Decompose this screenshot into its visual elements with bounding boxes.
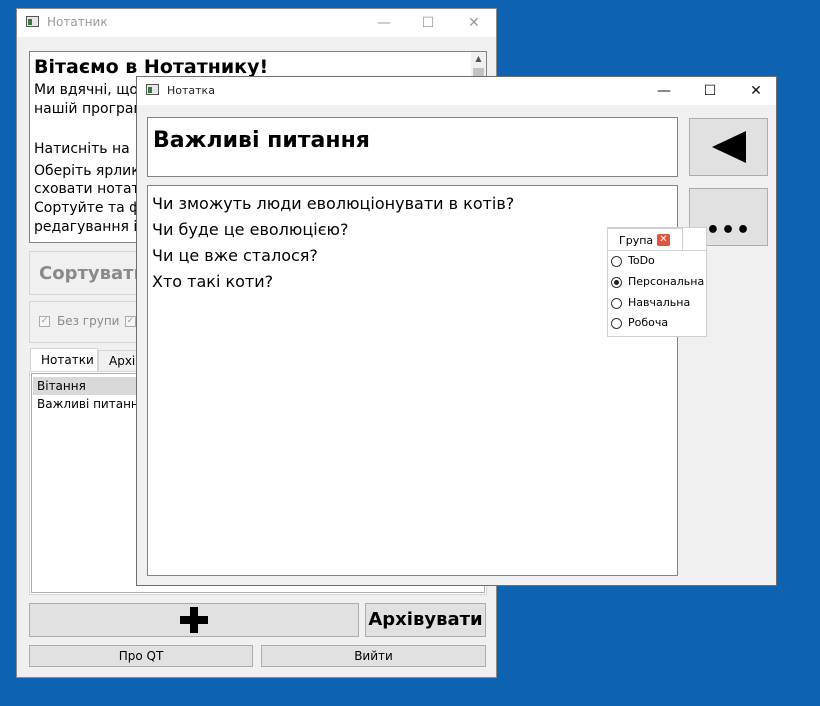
sort-label: Сортувати bbox=[39, 263, 147, 284]
welcome-line: Ми вдячні, що bbox=[34, 82, 138, 98]
note-window-titlebar[interactable]: Нотатка — ☐ ✕ bbox=[137, 77, 776, 105]
group-popup: Група ✕ ToDo Персональна Навчальна Робоч… bbox=[607, 227, 707, 337]
note-line: Чи зможуть люди еволюціонувати в котів? bbox=[152, 194, 515, 213]
welcome-line: сховати нотат bbox=[34, 181, 140, 197]
archive-button[interactable]: Архівувати bbox=[365, 603, 486, 637]
minimize-icon[interactable]: — bbox=[361, 9, 407, 37]
filter-label: Без групи bbox=[57, 314, 120, 328]
about-qt-button[interactable]: Про QT bbox=[29, 645, 253, 667]
list-item-label: Важливі питання bbox=[37, 397, 146, 411]
app-icon bbox=[146, 84, 159, 95]
app-icon bbox=[26, 16, 39, 27]
close-icon[interactable]: ✕ bbox=[733, 77, 779, 105]
filter-checkbox[interactable]: ✓ bbox=[125, 316, 136, 327]
list-item-label: Вітання bbox=[37, 379, 86, 393]
close-icon[interactable]: ✕ bbox=[657, 234, 670, 246]
group-option-label: ToDo bbox=[628, 254, 655, 267]
group-radio-personal[interactable] bbox=[611, 277, 622, 288]
group-options-frame: ToDo Персональна Навчальна Робоча bbox=[608, 250, 706, 337]
minimize-icon[interactable]: — bbox=[641, 77, 687, 105]
filter-checkbox[interactable]: ✓ bbox=[39, 316, 50, 327]
list-item[interactable]: Вітання bbox=[33, 377, 153, 395]
back-button[interactable] bbox=[689, 118, 768, 176]
note-line: Чи буде це еволюцією? bbox=[152, 220, 349, 239]
back-triangle-icon bbox=[711, 131, 746, 163]
main-window-titlebar[interactable]: Нотатник — ☐ ✕ bbox=[17, 9, 496, 37]
group-popup-header: Група ✕ bbox=[607, 228, 683, 250]
welcome-heading: Вітаємо в Нотатнику! bbox=[34, 56, 269, 78]
close-icon[interactable]: ✕ bbox=[451, 9, 497, 37]
note-window: Нотатка — ☐ ✕ Важливі питання Чи зможуть… bbox=[136, 76, 777, 586]
plus-icon bbox=[180, 607, 208, 633]
group-option-label: Робоча bbox=[628, 316, 669, 329]
group-radio-study[interactable] bbox=[611, 298, 622, 309]
tab-notes[interactable]: Нотатки bbox=[30, 348, 98, 372]
note-line: Чи це вже сталося? bbox=[152, 246, 318, 265]
group-radio-work[interactable] bbox=[611, 318, 622, 329]
group-option-label: Навчальна bbox=[628, 296, 691, 309]
welcome-line: Натисніть на bbox=[34, 141, 130, 157]
window-title: Нотатка bbox=[167, 84, 215, 97]
group-radio-todo[interactable] bbox=[611, 256, 622, 267]
add-note-button[interactable] bbox=[29, 603, 359, 637]
welcome-line: редагування і bbox=[34, 219, 138, 235]
note-body-field[interactable]: Чи зможуть люди еволюціонувати в котів? … bbox=[147, 185, 678, 576]
note-line: Хто такі коти? bbox=[152, 272, 274, 291]
tab-notes-label: Нотатки bbox=[41, 353, 94, 367]
maximize-icon[interactable]: ☐ bbox=[687, 77, 733, 105]
note-title-text: Важливі питання bbox=[153, 128, 370, 153]
note-title-field[interactable]: Важливі питання bbox=[147, 117, 678, 177]
group-popup-title: Група bbox=[619, 234, 654, 247]
window-title: Нотатник bbox=[47, 15, 108, 29]
exit-button[interactable]: Вийти bbox=[261, 645, 486, 667]
group-option-label: Персональна bbox=[628, 275, 705, 288]
scroll-up-icon[interactable]: ▲ bbox=[471, 52, 486, 66]
maximize-icon[interactable]: ☐ bbox=[405, 9, 451, 37]
welcome-line: нашій програм bbox=[34, 101, 144, 117]
welcome-line: Сортуйте та ф bbox=[34, 200, 142, 216]
welcome-line: Оберіть ярлик bbox=[34, 163, 140, 179]
list-item[interactable]: Важливі питання bbox=[33, 395, 153, 413]
